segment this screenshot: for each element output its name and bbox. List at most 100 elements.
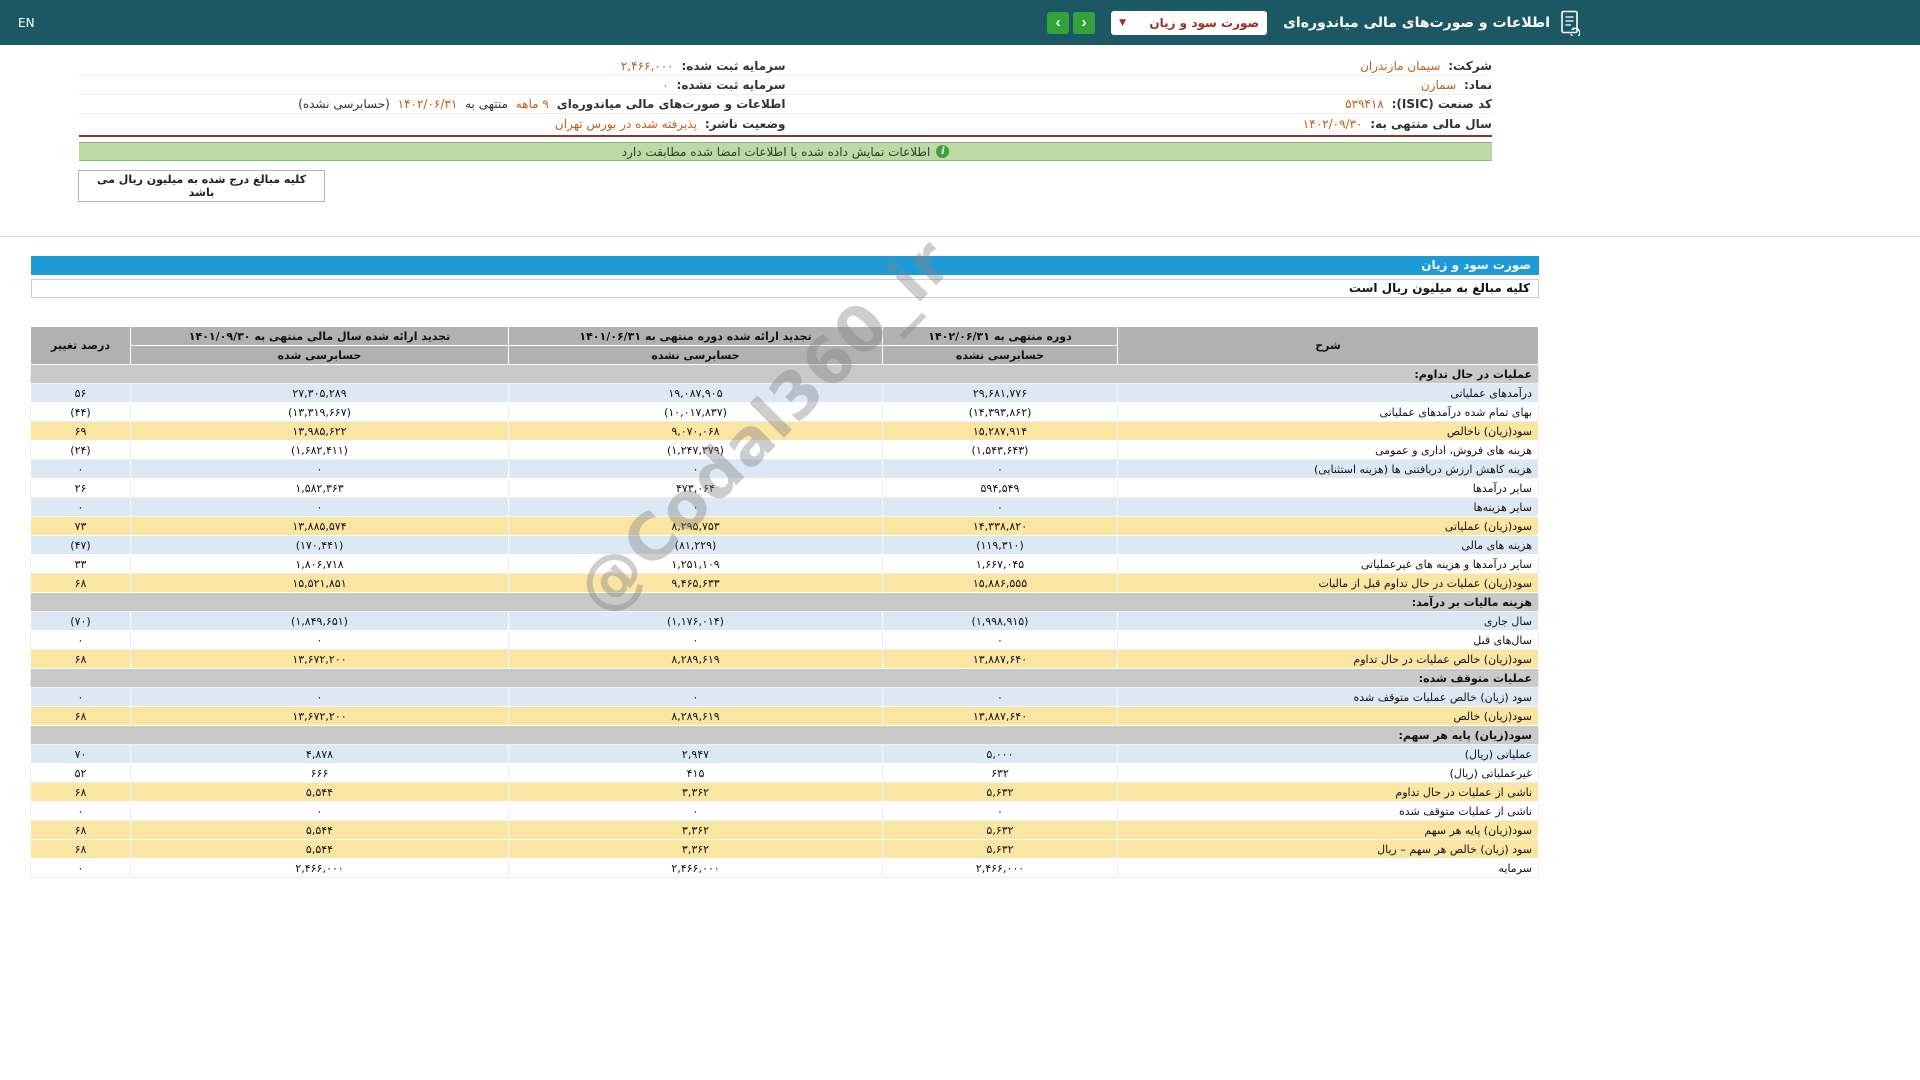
statement-row: ناشی از عملیات در حال تداوم ۵,۶۳۲ ۳,۳۶۲ ۵,۵… bbox=[30, 782, 1539, 802]
statement-row: سود(زیان) ناخالص ۱۵,۲۸۷,۹۱۴ ۹,۰۷۰,۰۶۸ ۱۳,۹۸… bbox=[30, 421, 1539, 441]
statement-row: سود(زیان) خالص عملیات در حال تداوم ۱۳,۸۸۷… bbox=[30, 649, 1539, 669]
change-percent-value: ۰ bbox=[30, 687, 131, 707]
period-date-value: ۱۴۰۲/۰۶/۳۱ bbox=[397, 97, 458, 111]
section-divider bbox=[0, 236, 1920, 237]
row-description: عملیاتی (ریال) bbox=[1117, 744, 1539, 764]
row-description: سود (زیان) خالص هر سهم – ریال bbox=[1117, 839, 1539, 859]
period-value-3: ۱,۵۸۲,۳۶۳ bbox=[130, 478, 509, 498]
next-period-button[interactable]: › bbox=[1047, 11, 1070, 34]
col-header-description: شرح bbox=[1117, 326, 1539, 365]
period-value-3: ۱۳,۶۷۲,۲۰۰ bbox=[130, 706, 509, 726]
statement-row: سال جاری (۱,۹۹۸,۹۱۵) (۱,۱۷۶,۰۱۴) (۱,۸۴۹,۶۵۱… bbox=[30, 611, 1539, 631]
statement-row: سود(زیان) عملیات در حال تداوم قبل از مال… bbox=[30, 573, 1539, 593]
chevron-left-icon: ‹ bbox=[1081, 13, 1087, 31]
change-percent-value: (۷۰) bbox=[30, 611, 131, 631]
period-value-3: ۱۳,۹۸۵,۶۲۲ bbox=[130, 421, 509, 441]
period-value-1: ۱۵,۲۸۷,۹۱۴ bbox=[882, 421, 1118, 441]
unregistered-capital-label: سرمایه ثبت نشده: bbox=[676, 78, 786, 92]
row-description: هزینه کاهش ارزش دریافتنی ها (هزینه استثن… bbox=[1117, 459, 1539, 479]
change-percent-value: ۶۸ bbox=[30, 839, 131, 859]
row-description: سال جاری bbox=[1117, 611, 1539, 631]
period-value-2: (۱,۲۴۷,۳۷۹) bbox=[508, 440, 883, 460]
change-percent-value: ۷۰ bbox=[30, 744, 131, 764]
language-toggle[interactable]: EN bbox=[18, 16, 35, 30]
fiscal-year-label: سال مالی منتهی به: bbox=[1370, 116, 1492, 131]
registered-capital-value: ۲,۴۶۶,۰۰۰ bbox=[620, 59, 674, 73]
period-value-1: ۱۴,۳۳۸,۸۲۰ bbox=[882, 516, 1118, 536]
statement-title-bar: صورت سود و زیان bbox=[31, 256, 1539, 275]
period-value-2: ۴۱۵ bbox=[508, 763, 883, 783]
audit-status-col2: حسابرسی نشده bbox=[508, 345, 883, 365]
period-value-2: ۳,۳۶۲ bbox=[508, 839, 883, 859]
row-description: سایر درآمدها و هزینه های غیرعملیاتی bbox=[1117, 554, 1539, 574]
period-value-1: ۵,۰۰۰ bbox=[882, 744, 1118, 764]
statement-unit-note: کلیه مبالغ به میلیون ریال است bbox=[31, 279, 1539, 298]
registered-capital-label: سرمایه ثبت شده: bbox=[681, 59, 786, 73]
period-value-3: ۱۳,۸۸۵,۵۷۴ bbox=[130, 516, 509, 536]
statement-row: سود(زیان) پایه هر سهم ۵,۶۳۲ ۳,۳۶۲ ۵,۵۴۴ ۶۸ bbox=[30, 820, 1539, 840]
period-value-3: ۱۳,۶۷۲,۲۰۰ bbox=[130, 649, 509, 669]
statement-section-row: عملیات در حال تداوم: bbox=[30, 364, 1539, 384]
period-value-3: ۲۷,۳۰۵,۲۸۹ bbox=[130, 383, 509, 403]
col-header-restated-period: تجدید ارائه شده دوره منتهی به ۱۴۰۱/۰۶/۳۱ bbox=[508, 326, 883, 346]
unregistered-capital-value: ۰ bbox=[662, 78, 669, 92]
section-title: عملیات در حال تداوم: bbox=[30, 364, 1539, 384]
period-value-3: ۰ bbox=[130, 801, 509, 821]
statement-section-row: هزینه مالیات بر درآمد: bbox=[30, 592, 1539, 612]
statement-row: سود(زیان) خالص ۱۳,۸۸۷,۶۴۰ ۸,۲۸۹,۶۱۹ ۱۳,۶۷۲,… bbox=[30, 706, 1539, 726]
statement-row: سود (زیان) خالص هر سهم – ریال ۵,۶۳۲ ۳,۳۶۲ ۵… bbox=[30, 839, 1539, 859]
col-header-restated-year: تجدید ارائه شده سال مالی منتهی به ۱۴۰۱/۰… bbox=[130, 326, 509, 346]
change-percent-value: ۰ bbox=[30, 801, 131, 821]
period-value-3: ۱۵,۵۲۱,۸۵۱ bbox=[130, 573, 509, 593]
chevron-down-icon: ▼ bbox=[1119, 17, 1126, 28]
period-value-1: ۱۳,۸۸۷,۶۴۰ bbox=[882, 706, 1118, 726]
change-percent-value: ۰ bbox=[30, 630, 131, 650]
statement-row: سال‌های قبل ۰ ۰ ۰ ۰ bbox=[30, 630, 1539, 650]
period-value-2: (۱,۱۷۶,۰۱۴) bbox=[508, 611, 883, 631]
change-percent-value: ۰ bbox=[30, 497, 131, 517]
info-icon: i bbox=[936, 145, 950, 158]
row-description: هزینه های فروش، اداری و عمومی bbox=[1117, 440, 1539, 460]
period-value-1: ۲,۴۶۶,۰۰۰ bbox=[882, 858, 1118, 878]
company-info-section: شرکت: سیمان مازندران سرمایه ثبت شده: ۲,۴… bbox=[79, 57, 1492, 137]
isic-field: کد صنعت (ISIC): ۵۳۹۴۱۸ bbox=[786, 97, 1492, 111]
period-audit-status: (حسابرسی نشده) bbox=[298, 97, 390, 111]
period-value-3: (۱,۶۸۲,۴۱۱) bbox=[130, 440, 509, 460]
row-description: ناشی از عملیات در حال تداوم bbox=[1117, 782, 1539, 802]
period-label: اطلاعات و صورت‌های مالی میاندوره‌ای bbox=[556, 97, 786, 111]
statement-table-body: عملیات در حال تداوم: درآمدهای عملیاتی ۲۹,۶… bbox=[30, 364, 1539, 878]
period-value-2: ۲,۴۶۶,۰۰۰ bbox=[508, 858, 883, 878]
period-value-2: ۲,۹۴۷ bbox=[508, 744, 883, 764]
statement-section-row: عملیات متوقف شده: bbox=[30, 668, 1539, 688]
report-type-dropdown[interactable]: صورت سود و زیان ▼ bbox=[1111, 10, 1268, 35]
period-value-1: (۱,۵۴۳,۶۴۳) bbox=[882, 440, 1118, 460]
audit-status-col1: حسابرسی نشده bbox=[882, 345, 1118, 365]
period-value-3: ۵,۵۴۴ bbox=[130, 839, 509, 859]
change-percent-value: ۵۲ bbox=[30, 763, 131, 783]
statement-row: سایر درآمدها و هزینه های غیرعملیاتی ۱,۶۶۷… bbox=[30, 554, 1539, 574]
statement-row: درآمدهای عملیاتی ۲۹,۶۸۱,۷۷۶ ۱۹,۰۸۷,۹۰۵ ۲۷,۳… bbox=[30, 383, 1539, 403]
period-value-2: ۰ bbox=[508, 801, 883, 821]
signature-match-text: اطلاعات نمایش داده شده با اطلاعات امضا ش… bbox=[621, 144, 931, 159]
period-value-2: ۳,۳۶۲ bbox=[508, 782, 883, 802]
table-header-row: شرح دوره منتهی به ۱۴۰۲/۰۶/۳۱ تجدید ارائه… bbox=[30, 326, 1539, 365]
page-title: اطلاعات و صورت‌های مالی میاندوره‌ای bbox=[1283, 14, 1550, 31]
isic-label: کد صنعت (ISIC): bbox=[1391, 97, 1492, 111]
change-percent-value: ۵۶ bbox=[30, 383, 131, 403]
statement-row: غیرعملیاتی (ریال) ۶۳۲ ۴۱۵ ۶۶۶ ۵۲ bbox=[30, 763, 1539, 783]
statement-row: سود (زیان) خالص عملیات متوقف شده ۰ ۰ ۰ ۰ bbox=[30, 687, 1539, 707]
statement-row: سود(زیان) عملیاتی ۱۴,۳۳۸,۸۲۰ ۸,۲۹۵,۷۵۳ ۱۳,۸… bbox=[30, 516, 1539, 536]
period-value-1: (۱,۹۹۸,۹۱۵) bbox=[882, 611, 1118, 631]
company-value: سیمان مازندران bbox=[1360, 59, 1441, 73]
period-value-3: ۶۶۶ bbox=[130, 763, 509, 783]
row-description: سود (زیان) خالص عملیات متوقف شده bbox=[1117, 687, 1539, 707]
period-value-3: ۱,۸۰۶,۷۱۸ bbox=[130, 554, 509, 574]
period-value-1: ۵,۶۳۲ bbox=[882, 820, 1118, 840]
row-description: سود(زیان) خالص bbox=[1117, 706, 1539, 726]
statement-section: صورت سود و زیان کلیه مبالغ به میلیون ریا… bbox=[30, 256, 1539, 878]
info-row-symbol: نماد: سمازن سرمایه ثبت نشده: ۰ bbox=[79, 76, 1492, 95]
col-header-change-percent: درصد تغییر bbox=[30, 326, 131, 365]
info-row-company: شرکت: سیمان مازندران سرمایه ثبت شده: ۲,۴… bbox=[79, 57, 1492, 76]
statement-row: عملیاتی (ریال) ۵,۰۰۰ ۲,۹۴۷ ۴,۸۷۸ ۷۰ bbox=[30, 744, 1539, 764]
previous-period-button[interactable]: ‹ bbox=[1073, 11, 1096, 34]
